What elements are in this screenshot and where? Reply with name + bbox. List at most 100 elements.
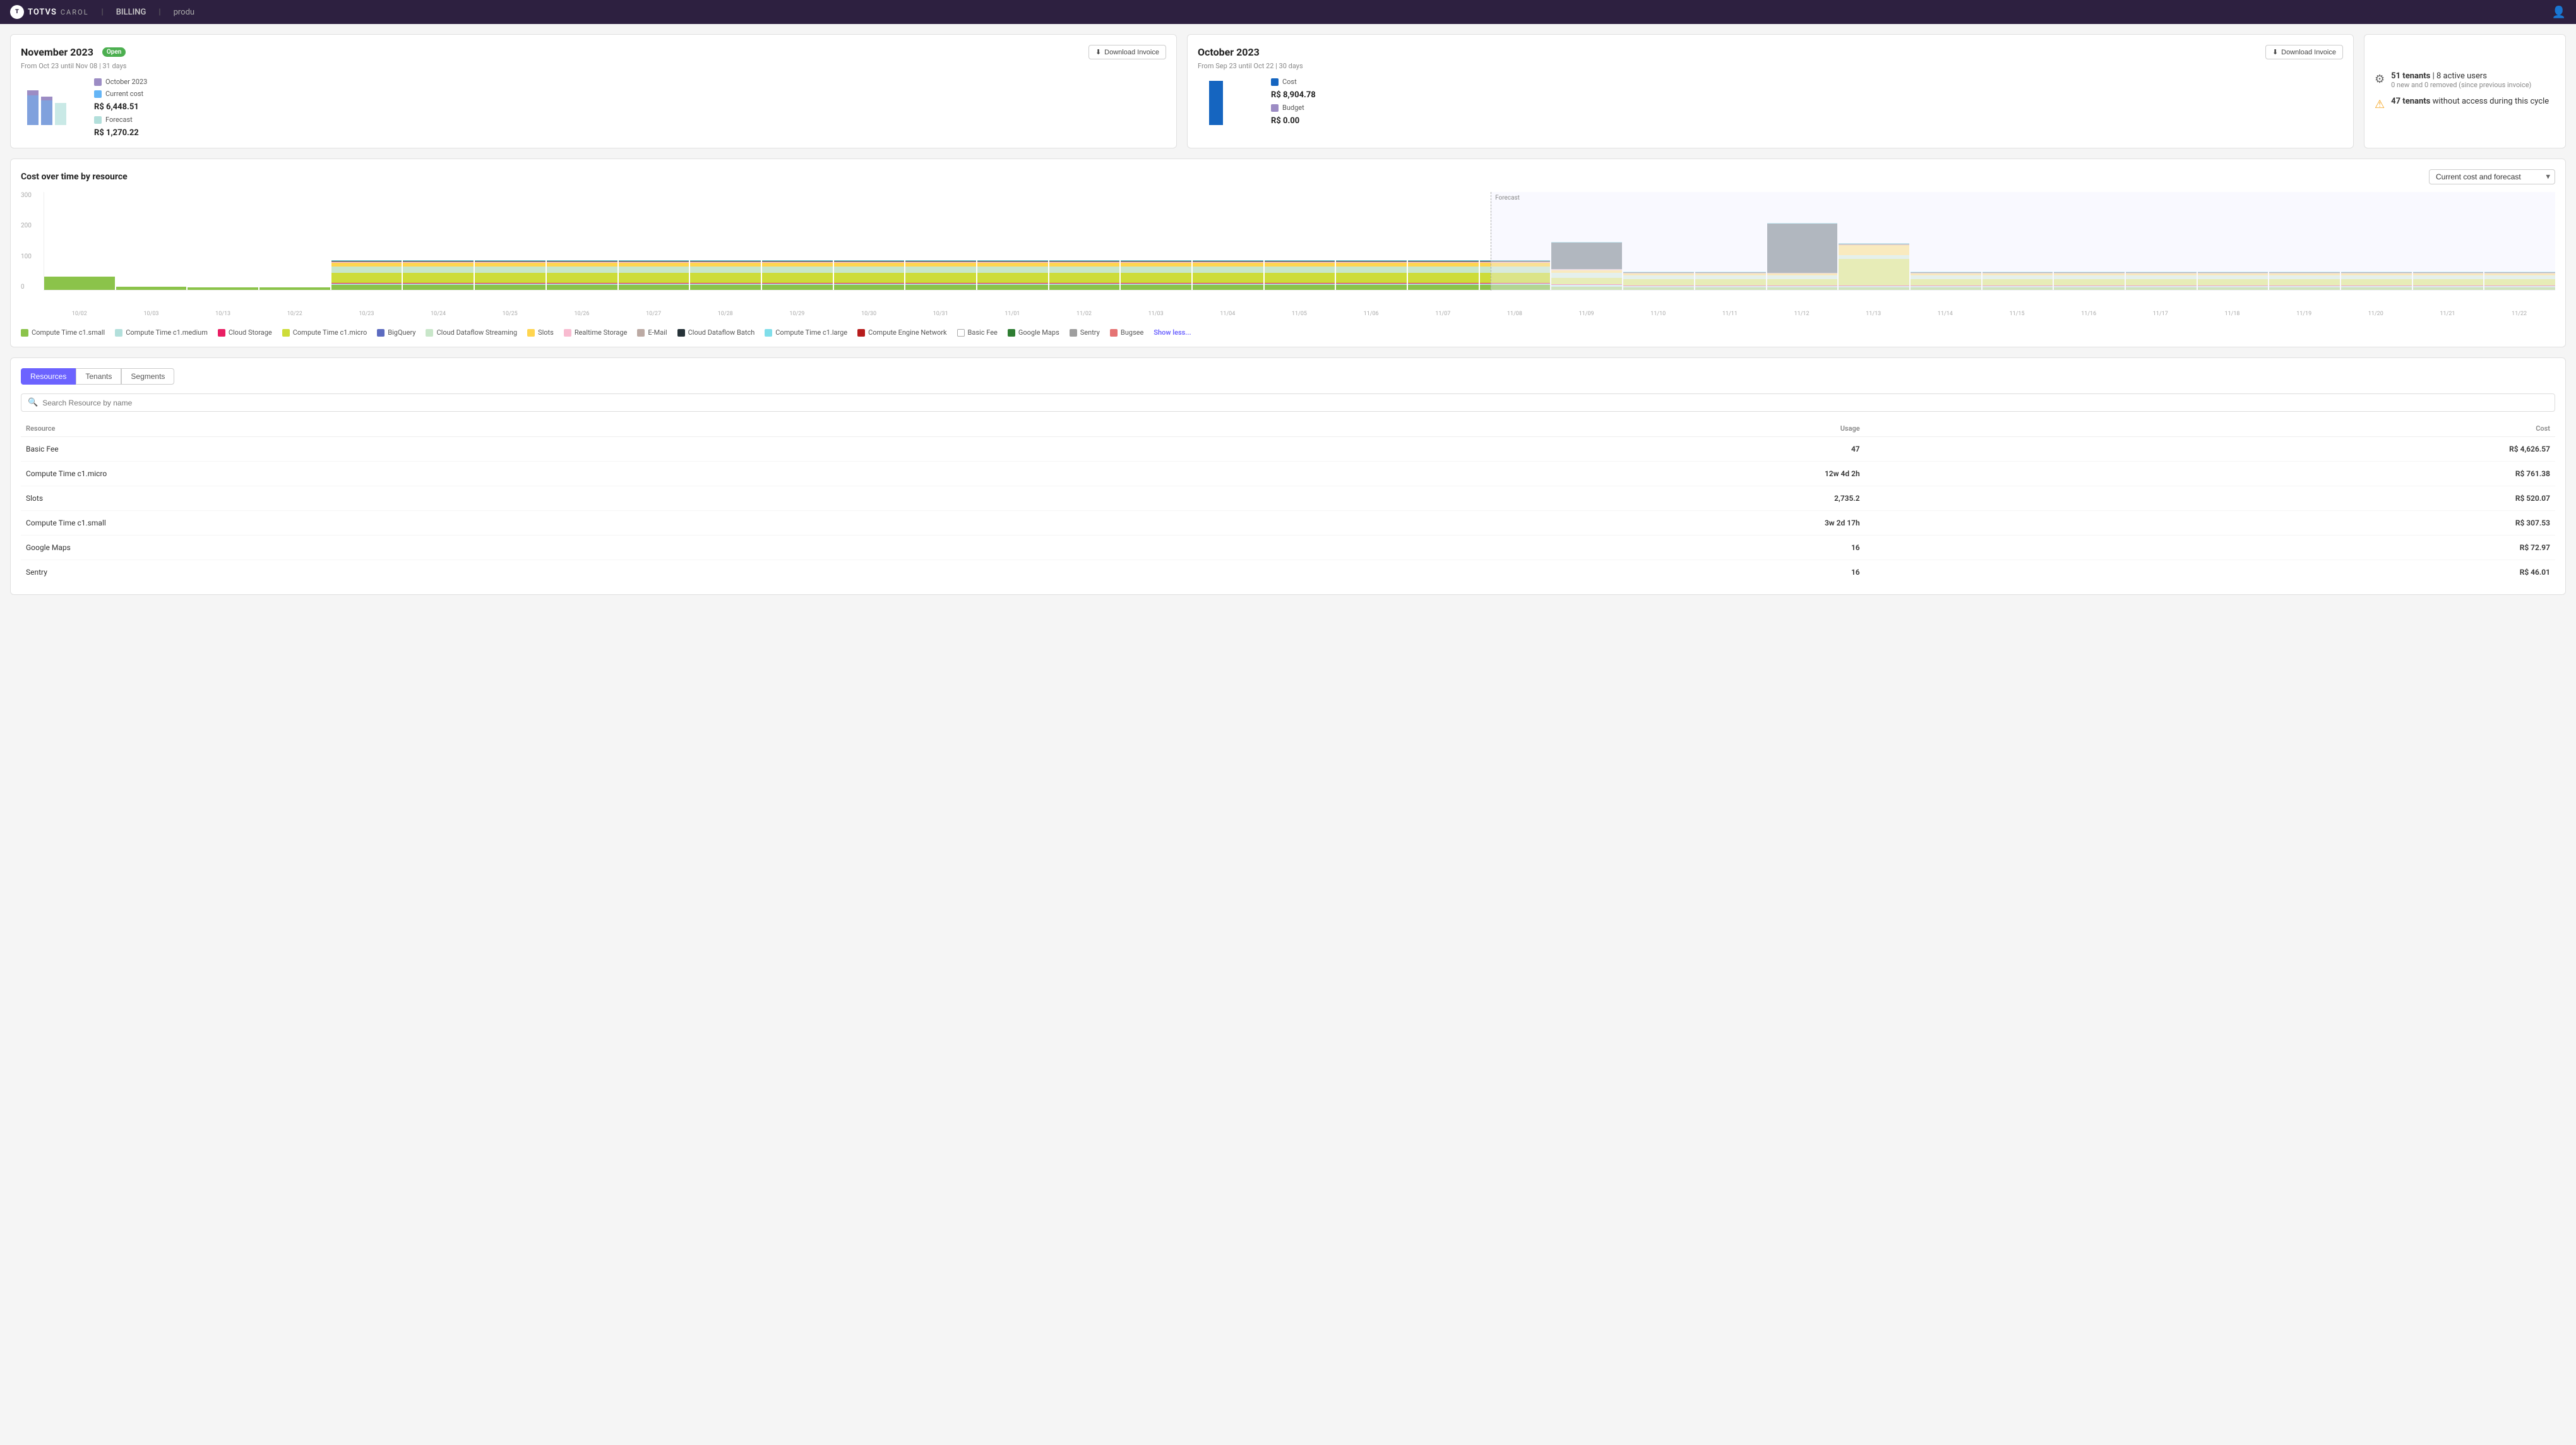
chart-legend-color: [377, 329, 385, 337]
chart-legend-item: Basic Fee: [957, 328, 998, 337]
chart-legend-color: [527, 329, 535, 337]
chart-legend-item: Compute Time c1.large: [765, 328, 847, 337]
warning-info-row: ⚠ 47 tenants without access during this …: [2375, 97, 2555, 111]
cost-cell: R$ 4,626.57: [1865, 437, 2555, 462]
oct-subtitle: From Sep 23 until Oct 22 | 30 days: [1198, 62, 2343, 70]
chart-x-label: 11/21: [2412, 311, 2484, 317]
col-resource: Resource: [21, 421, 1253, 437]
tenants-info-row: ⚙ 51 tenants | 8 active users 0 new and …: [2375, 71, 2555, 89]
tenants-count: 51 tenants: [2391, 71, 2430, 81]
chart-bar-group: [44, 192, 115, 290]
october-card: October 2023 ⬇ Download Invoice From Sep…: [1187, 34, 2354, 148]
chart-x-label: 10/25: [474, 311, 546, 317]
settings-icon: ⚙: [2375, 73, 2385, 86]
chart-legend-item: Compute Time c1.small: [21, 328, 105, 337]
tab-resources[interactable]: Resources: [21, 368, 76, 385]
chart-legend-color: [21, 329, 28, 337]
warning-detail: without access during this cycle: [2433, 97, 2549, 106]
nav-product: produ: [174, 8, 195, 17]
cost-cell: R$ 72.97: [1865, 536, 2555, 560]
chart-legend-item: Realtime Storage: [564, 328, 628, 337]
tab-segments[interactable]: Segments: [121, 368, 174, 385]
chart-legend-color: [1008, 329, 1015, 337]
warning-icon: ⚠: [2375, 98, 2385, 111]
legend-oct: October 2023: [94, 78, 147, 86]
table-body: Basic Fee47R$ 4,626.57Compute Time c1.mi…: [21, 437, 2555, 585]
forecast-label: Forecast: [1495, 195, 1520, 201]
legend-budget: Budget: [1271, 104, 1316, 112]
legend-cost: Cost: [1271, 78, 1316, 86]
chart-x-label: 11/07: [1407, 311, 1479, 317]
table-row: Compute Time c1.micro12w 4d 2hR$ 761.38: [21, 462, 2555, 486]
user-icon[interactable]: 👤: [2552, 6, 2566, 19]
chart-x-label: 10/27: [617, 311, 689, 317]
chart-legend-color: [637, 329, 645, 337]
oct-download-button[interactable]: ⬇ Download Invoice: [2265, 45, 2343, 59]
legend-cost-color: [1271, 78, 1279, 86]
logo-sub: CAROL: [61, 8, 89, 16]
chart-legend: Compute Time c1.smallCompute Time c1.med…: [21, 328, 2555, 337]
chart-x-label: 11/20: [2340, 311, 2412, 317]
table-section: ResourcesTenantsSegments 🔍 Resource Usag…: [10, 357, 2566, 595]
forecast-value: R$ 1,270.22: [94, 128, 147, 138]
legend-current: Current cost: [94, 90, 147, 98]
cost-cell: R$ 520.07: [1865, 486, 2555, 511]
nov-mini-chart: [21, 78, 84, 128]
chart-bar-group: [547, 192, 617, 290]
nov-card-header: November 2023 Open ⬇ Download Invoice: [21, 45, 1166, 59]
chart-bar-group: [1265, 192, 1335, 290]
chart-dropdown-wrap[interactable]: Current cost and forecast Cost Forecast: [2429, 169, 2555, 184]
chart-x-label: 10/03: [116, 311, 188, 317]
chart-x-label: 10/22: [259, 311, 331, 317]
legend-current-color: [94, 90, 102, 98]
chart-legend-item: Cloud Storage: [218, 328, 272, 337]
chart-legend-item: Cloud Dataflow Batch: [677, 328, 755, 337]
chart-bar-group: [1049, 192, 1120, 290]
chart-x-label: 11/17: [2125, 311, 2197, 317]
oct-card-header: October 2023 ⬇ Download Invoice: [1198, 45, 2343, 59]
col-cost: Cost: [1865, 421, 2555, 437]
resource-table: Resource Usage Cost Basic Fee47R$ 4,626.…: [21, 421, 2555, 584]
logo-icon: T: [10, 5, 24, 19]
usage-cell: 16: [1253, 560, 1865, 585]
search-input[interactable]: [42, 399, 2548, 407]
chart-x-label: 10/31: [905, 311, 977, 317]
chart-bar-group: [1193, 192, 1263, 290]
legend-budget-color: [1271, 104, 1279, 112]
resource-cell: Google Maps: [21, 536, 1253, 560]
nov-download-button[interactable]: ⬇ Download Invoice: [1088, 45, 1166, 59]
legend-forecast: Forecast: [94, 116, 147, 124]
search-row[interactable]: 🔍: [21, 393, 2555, 412]
chart-bar-group: [116, 192, 187, 290]
table-row: Basic Fee47R$ 4,626.57: [21, 437, 2555, 462]
chart-x-label: 11/08: [1479, 311, 1551, 317]
chart-bar-group: [690, 192, 761, 290]
chart-legend-color: [564, 329, 571, 337]
budget-value: R$ 0.00: [1271, 116, 1316, 126]
chart-bar-group: [905, 192, 976, 290]
chart-x-label: 11/19: [2268, 311, 2340, 317]
show-less-link[interactable]: Show less...: [1154, 328, 1191, 337]
oct-chart-legend-row: Cost R$ 8,904.78 Budget R$ 0.00: [1198, 78, 2343, 128]
nov-chart-legend-row: October 2023 Current cost R$ 6,448.51 Fo…: [21, 78, 1166, 138]
chart-x-label: 11/10: [1622, 311, 1694, 317]
logo: T TOTVS CAROL: [10, 5, 89, 19]
legend-oct-color: [94, 78, 102, 86]
chart-legend-color: [857, 329, 865, 337]
chart-x-label: 10/29: [761, 311, 833, 317]
resource-cell: Compute Time c1.micro: [21, 462, 1253, 486]
chart-legend-color: [1070, 329, 1077, 337]
chart-legend-color: [957, 329, 965, 337]
cost-cell: R$ 46.01: [1865, 560, 2555, 585]
chart-bar-group: [188, 192, 258, 290]
chart-bar-group: [619, 192, 689, 290]
oct-mini-chart: [1198, 78, 1261, 128]
chart-x-label: 10/30: [833, 311, 905, 317]
chart-legend-item: Slots: [527, 328, 554, 337]
warning-count: 47 tenants: [2391, 97, 2430, 106]
chart-dropdown[interactable]: Current cost and forecast Cost Forecast: [2429, 169, 2555, 184]
chart-x-label: 11/02: [1048, 311, 1120, 317]
chart-x-label: 11/04: [1192, 311, 1264, 317]
chart-x-label: 11/05: [1263, 311, 1335, 317]
tab-tenants[interactable]: Tenants: [76, 368, 121, 385]
